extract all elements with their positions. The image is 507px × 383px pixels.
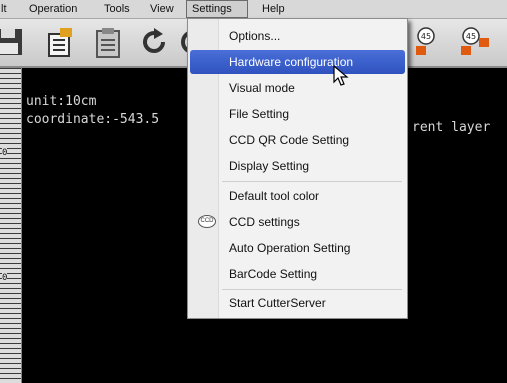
menubar-item-edit[interactable]: lt — [0, 0, 12, 18]
ruler-label: 0 — [2, 273, 8, 283]
menubar-item-settings[interactable]: Settings — [186, 0, 248, 18]
clipboard-icon[interactable] — [90, 24, 126, 60]
menu-item-default-tool-color[interactable]: Default tool color — [190, 184, 405, 208]
vertical-ruler: 0 0 — [0, 68, 22, 383]
save-icon[interactable] — [0, 24, 28, 60]
menu-separator — [222, 181, 402, 182]
menu-item-display-setting[interactable]: Display Setting — [190, 154, 405, 178]
menu-item-file-setting[interactable]: File Setting — [190, 102, 405, 126]
menubar-item-view[interactable]: View — [145, 0, 179, 18]
menu-item-ccd-qr-code-setting[interactable]: CCD QR Code Setting — [190, 128, 405, 152]
rotate-45-alt-icon[interactable]: 45 — [455, 24, 491, 60]
redo-icon[interactable] — [175, 24, 187, 60]
menu-item-start-cutterserver[interactable]: Start CutterServer — [190, 291, 405, 315]
menu-bar: lt Operation Tools View Settings Help — [0, 0, 507, 19]
menubar-item-tools[interactable]: Tools — [99, 0, 135, 18]
unit-readout: unit:10cm — [26, 94, 97, 109]
settings-menu: Options... Hardware configuration Visual… — [187, 18, 408, 319]
open-file-icon[interactable] — [42, 24, 78, 60]
menu-item-ccd-settings[interactable]: CCD CCD settings — [190, 210, 405, 234]
mouse-cursor-icon — [333, 65, 349, 86]
menu-item-visual-mode[interactable]: Visual mode — [190, 76, 405, 100]
menu-separator — [222, 289, 402, 290]
menubar-item-help[interactable]: Help — [257, 0, 290, 18]
menu-item-label: CCD settings — [229, 215, 300, 229]
ruler-label: 0 — [2, 148, 8, 158]
menubar-item-operation[interactable]: Operation — [24, 0, 82, 18]
ccd-icon: CCD — [198, 215, 216, 228]
menu-item-auto-operation-setting[interactable]: Auto Operation Setting — [190, 236, 405, 260]
current-layer-readout: rent layer — [412, 120, 491, 135]
menu-item-options[interactable]: Options... — [190, 24, 405, 48]
rotate-label-1: 45 — [421, 32, 431, 41]
rotate-45-icon[interactable]: 45 — [412, 24, 448, 60]
menu-item-hardware-configuration[interactable]: Hardware configuration — [190, 50, 405, 74]
coordinate-readout: coordinate:-543.5 — [26, 112, 160, 127]
undo-icon[interactable] — [137, 24, 173, 60]
rotate-label-2: 45 — [466, 32, 476, 41]
menu-item-barcode-setting[interactable]: BarCode Setting — [190, 262, 405, 286]
